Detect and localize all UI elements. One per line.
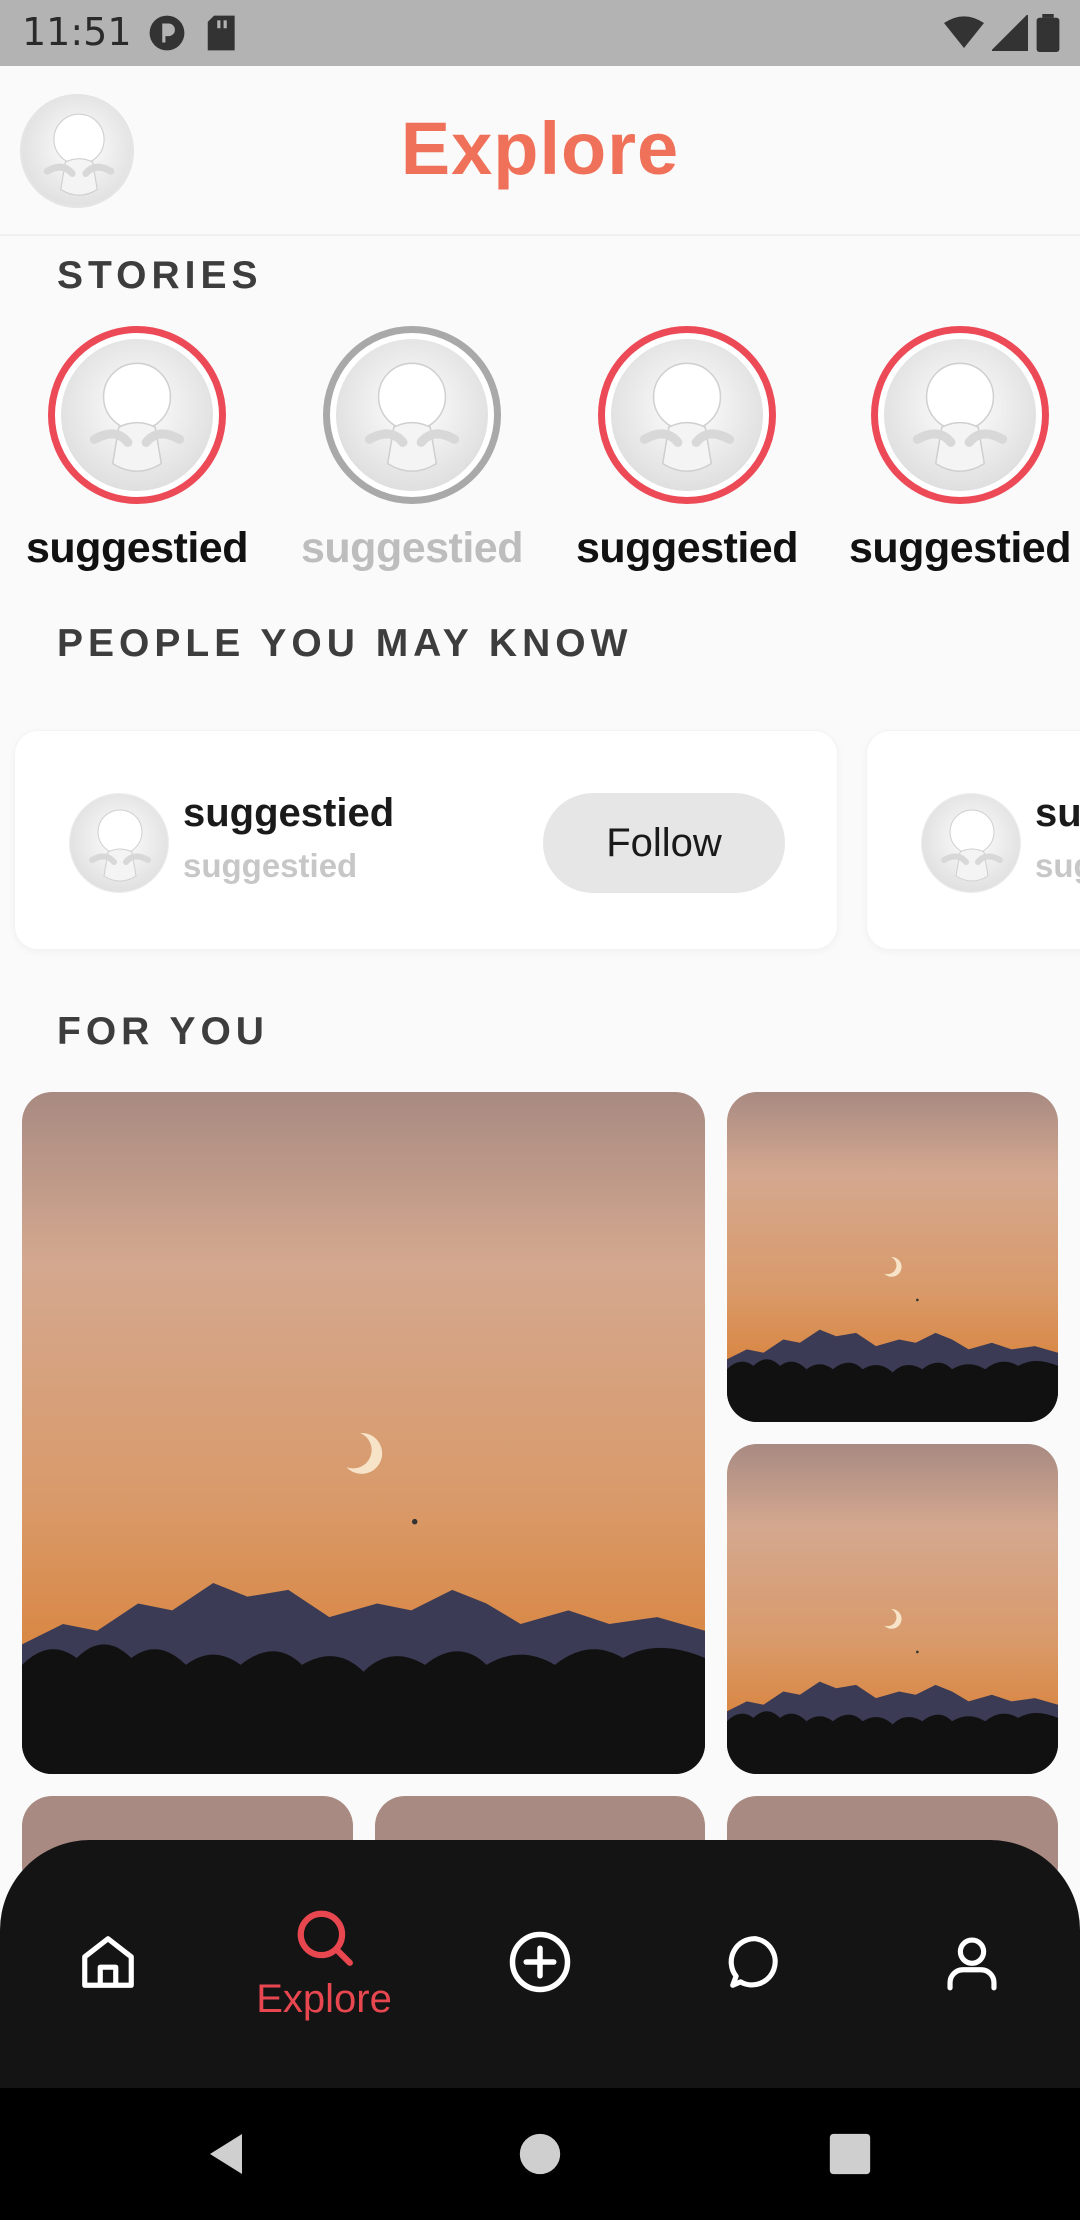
for-you-heading: FOR YOU — [57, 1010, 269, 1053]
story-item[interactable]: suggestied — [830, 326, 1080, 573]
search-icon — [293, 1906, 355, 1973]
person-avatar[interactable] — [69, 793, 169, 893]
add-circle-icon — [507, 1929, 573, 2000]
battery-icon — [1036, 14, 1060, 57]
story-name: suggestied — [849, 524, 1072, 572]
stories-heading: STORIES — [57, 254, 263, 297]
feed-image[interactable] — [727, 1444, 1058, 1774]
app-notification-icon — [148, 14, 186, 57]
story-ring — [598, 326, 776, 504]
story-avatar — [884, 339, 1036, 491]
nav-explore-label: Explore — [256, 1977, 392, 2021]
system-nav-bar — [0, 2088, 1080, 2220]
nav-messages[interactable] — [648, 1840, 864, 2088]
story-item[interactable]: suggestied — [7, 326, 267, 573]
status-time: 11:51 — [22, 10, 132, 54]
nav-home[interactable] — [0, 1840, 216, 2088]
person-card[interactable]: su sug — [866, 730, 1080, 950]
story-avatar — [336, 339, 488, 491]
wifi-icon — [944, 15, 984, 56]
feed-image-large[interactable] — [22, 1092, 705, 1774]
story-ring — [871, 326, 1049, 504]
person-name: su — [1035, 791, 1080, 835]
follow-button[interactable]: Follow — [543, 793, 785, 893]
story-item[interactable]: suggestied — [557, 326, 817, 573]
app-bar: Explore — [0, 66, 1080, 236]
home-icon — [77, 1931, 139, 1998]
nav-add[interactable] — [432, 1840, 648, 2088]
nav-profile[interactable] — [864, 1840, 1080, 2088]
home-button-icon[interactable] — [510, 2124, 570, 2184]
nav-explore[interactable]: Explore — [216, 1840, 432, 2088]
chat-icon — [725, 1931, 787, 1998]
sd-card-icon — [206, 14, 238, 57]
back-icon[interactable] — [196, 2124, 256, 2184]
story-ring — [323, 326, 501, 504]
story-name: suggestied — [301, 524, 524, 572]
person-name: suggestied — [183, 791, 395, 835]
story-name: suggestied — [26, 524, 249, 572]
person-avatar[interactable] — [921, 793, 1021, 893]
person-username: sug — [1035, 847, 1080, 884]
story-name: suggestied — [576, 524, 799, 572]
page-title: Explore — [400, 107, 680, 190]
explore-screen: 11:51 Explore STORIES suggestied suggest… — [0, 0, 1080, 2220]
person-card[interactable]: suggestied suggestied Follow — [14, 730, 838, 950]
story-avatar — [611, 339, 763, 491]
story-avatar — [61, 339, 213, 491]
signal-icon — [989, 12, 1029, 56]
bottom-nav: Explore — [0, 1840, 1080, 2088]
person-username: suggestied — [183, 847, 358, 884]
people-heading: PEOPLE YOU MAY KNOW — [57, 622, 633, 665]
status-bar: 11:51 — [0, 0, 1080, 66]
recents-icon[interactable] — [820, 2124, 880, 2184]
profile-icon — [941, 1931, 1003, 1998]
feed-image[interactable] — [727, 1092, 1058, 1422]
story-ring — [48, 326, 226, 504]
story-item[interactable]: suggestied — [282, 326, 542, 573]
